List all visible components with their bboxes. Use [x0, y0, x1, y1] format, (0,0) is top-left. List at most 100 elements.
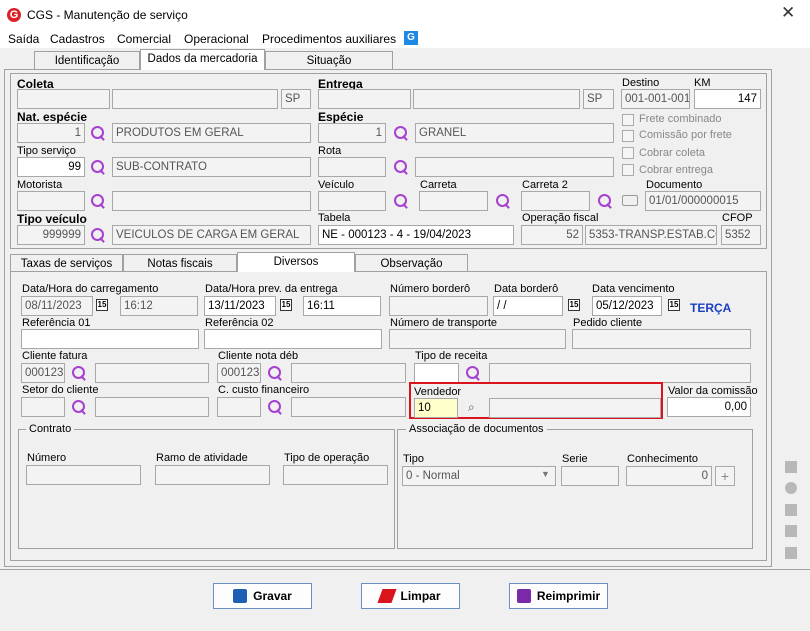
ref02-field[interactable]	[204, 329, 382, 349]
assoc-conhecimento-field[interactable]: 0	[626, 466, 712, 486]
cliente-nota-name-field[interactable]	[291, 363, 406, 383]
setor-cliente-name-field[interactable]	[95, 397, 209, 417]
carreta-field[interactable]	[419, 191, 488, 211]
data-venc-field[interactable]: 05/12/2023	[592, 296, 662, 316]
ramo-atividade-field[interactable]	[155, 465, 270, 485]
cliente-nota-code-field[interactable]: 000123	[217, 363, 261, 383]
assoc-serie-field[interactable]	[561, 466, 619, 486]
document-icon[interactable]	[785, 547, 797, 559]
tipo-veiculo-search-icon[interactable]	[91, 228, 105, 242]
menu-cadastros[interactable]: Cadastros	[50, 32, 105, 46]
gravar-button[interactable]: Gravar	[213, 583, 312, 609]
tab-diversos[interactable]: Diversos	[237, 252, 355, 272]
destino-field[interactable]: 001-001-001	[621, 89, 690, 109]
assoc-tipo-select[interactable]: 0 - Normal	[402, 466, 556, 486]
carreta2-search-icon[interactable]	[598, 194, 612, 208]
rota-search-icon[interactable]	[394, 160, 408, 174]
tab-identificacao[interactable]: Identificação	[34, 51, 140, 69]
cliente-fatura-code-field[interactable]: 000123	[21, 363, 65, 383]
menu-operacional[interactable]: Operacional	[184, 32, 249, 46]
circle-icon[interactable]	[785, 482, 797, 494]
chevron-down-icon[interactable]: ▼	[541, 469, 550, 479]
comissao-frete-checkbox[interactable]	[622, 130, 634, 142]
ciot-icon[interactable]	[785, 461, 797, 473]
veiculo-search-icon[interactable]	[394, 194, 408, 208]
calendar-icon[interactable]: 15	[568, 299, 580, 311]
limpar-button[interactable]: Limpar	[361, 583, 460, 609]
data-prev-field[interactable]: 13/11/2023	[204, 296, 276, 316]
coleta-name-field[interactable]	[112, 89, 278, 109]
rota-name-field[interactable]	[415, 157, 614, 177]
vendedor-code-field[interactable]: 10	[414, 398, 458, 418]
tipo-receita-name-field[interactable]	[489, 363, 751, 383]
menu-comercial[interactable]: Comercial	[117, 32, 171, 46]
tab-notas-fiscais[interactable]: Notas fiscais	[123, 254, 237, 271]
documento-field[interactable]: 01/01/000000015	[645, 191, 761, 211]
tab-observacao[interactable]: Observação	[355, 254, 468, 271]
tab-situacao[interactable]: Situação	[265, 51, 393, 69]
tipo-receita-search-icon[interactable]	[466, 366, 480, 380]
cfop-field[interactable]: 5352	[721, 225, 761, 245]
tipo-servico-name-field[interactable]: SUB-CONTRATO	[112, 157, 311, 177]
custo-fin-name-field[interactable]	[291, 397, 406, 417]
tab-dados-mercadoria[interactable]: Dados da mercadoria	[140, 49, 265, 70]
nat-especie-code-field[interactable]: 1	[17, 123, 85, 143]
num-bordero-field[interactable]	[389, 296, 488, 316]
hora-prev-field[interactable]: 16:11	[303, 296, 381, 316]
num-transporte-field[interactable]	[389, 329, 566, 349]
reimprimir-button[interactable]: Reimprimir	[509, 583, 608, 609]
valor-comissao-field[interactable]: 0,00	[667, 397, 751, 417]
close-icon[interactable]: ✕	[781, 3, 795, 23]
pedido-cliente-field[interactable]	[572, 329, 751, 349]
setor-cliente-search-icon[interactable]	[72, 400, 86, 414]
op-fiscal-code-field[interactable]: 52	[521, 225, 583, 245]
custo-fin-search-icon[interactable]	[268, 400, 282, 414]
menu-saida[interactable]: Saída	[8, 32, 39, 46]
ref01-field[interactable]	[21, 329, 199, 349]
cliente-fatura-search-icon[interactable]	[72, 366, 86, 380]
binoculars-icon[interactable]: ⌕	[468, 400, 475, 415]
data-bordero-field[interactable]: / /	[493, 296, 563, 316]
entrega-name-field[interactable]	[413, 89, 580, 109]
calendar-icon[interactable]: 15	[668, 299, 680, 311]
tab-taxas-servicos[interactable]: Taxas de serviços	[10, 254, 123, 271]
coleta-code-field[interactable]	[17, 89, 110, 109]
motorista-name-field[interactable]	[112, 191, 311, 211]
tipo-receita-code-field[interactable]	[414, 363, 459, 383]
rota-code-field[interactable]	[318, 157, 386, 177]
tipo-operacao-field[interactable]	[283, 465, 388, 485]
nat-especie-search-icon[interactable]	[91, 126, 105, 140]
veiculo-field[interactable]	[318, 191, 386, 211]
help-g-icon[interactable]: G	[404, 31, 418, 45]
tabela-field[interactable]: NE - 000123 - 4 - 19/04/2023	[318, 225, 514, 245]
hora-carregamento-field[interactable]: 16:12	[120, 296, 198, 316]
carreta-search-icon[interactable]	[496, 194, 510, 208]
custo-fin-code-field[interactable]	[217, 397, 261, 417]
motorista-code-field[interactable]	[17, 191, 85, 211]
truck-side-icon[interactable]	[785, 525, 797, 537]
km-field[interactable]: 147	[694, 89, 761, 109]
nat-especie-name-field[interactable]: PRODUTOS EM GERAL	[112, 123, 311, 143]
calendar-icon[interactable]: 15	[280, 299, 292, 311]
cobrar-coleta-checkbox[interactable]	[622, 147, 634, 159]
tipo-servico-code-field[interactable]: 99	[17, 157, 85, 177]
add-document-button[interactable]: +	[715, 466, 735, 486]
motorista-search-icon[interactable]	[91, 194, 105, 208]
coleta-uf-field[interactable]: SP	[281, 89, 311, 109]
entrega-uf-field[interactable]: SP	[583, 89, 614, 109]
tipo-veiculo-code-field[interactable]: 999999	[17, 225, 85, 245]
especie-search-icon[interactable]	[394, 126, 408, 140]
op-fiscal-name-field[interactable]: 5353-TRANSP.ESTAB.CO	[585, 225, 717, 245]
especie-code-field[interactable]: 1	[318, 123, 386, 143]
cliente-fatura-name-field[interactable]	[95, 363, 209, 383]
menu-procedimentos[interactable]: Procedimentos auxiliares	[262, 32, 396, 46]
contrato-numero-field[interactable]	[26, 465, 141, 485]
cobrar-entrega-checkbox[interactable]	[622, 164, 634, 176]
tipo-veiculo-name-field[interactable]: VEICULOS DE CARGA EM GERAL	[112, 225, 311, 245]
vendedor-name-field[interactable]	[489, 398, 661, 418]
calendar-icon[interactable]: 15	[96, 299, 108, 311]
setor-cliente-code-field[interactable]	[21, 397, 65, 417]
truck-icon[interactable]	[622, 195, 638, 206]
carreta2-field[interactable]	[521, 191, 590, 211]
hand-icon[interactable]	[785, 504, 797, 516]
